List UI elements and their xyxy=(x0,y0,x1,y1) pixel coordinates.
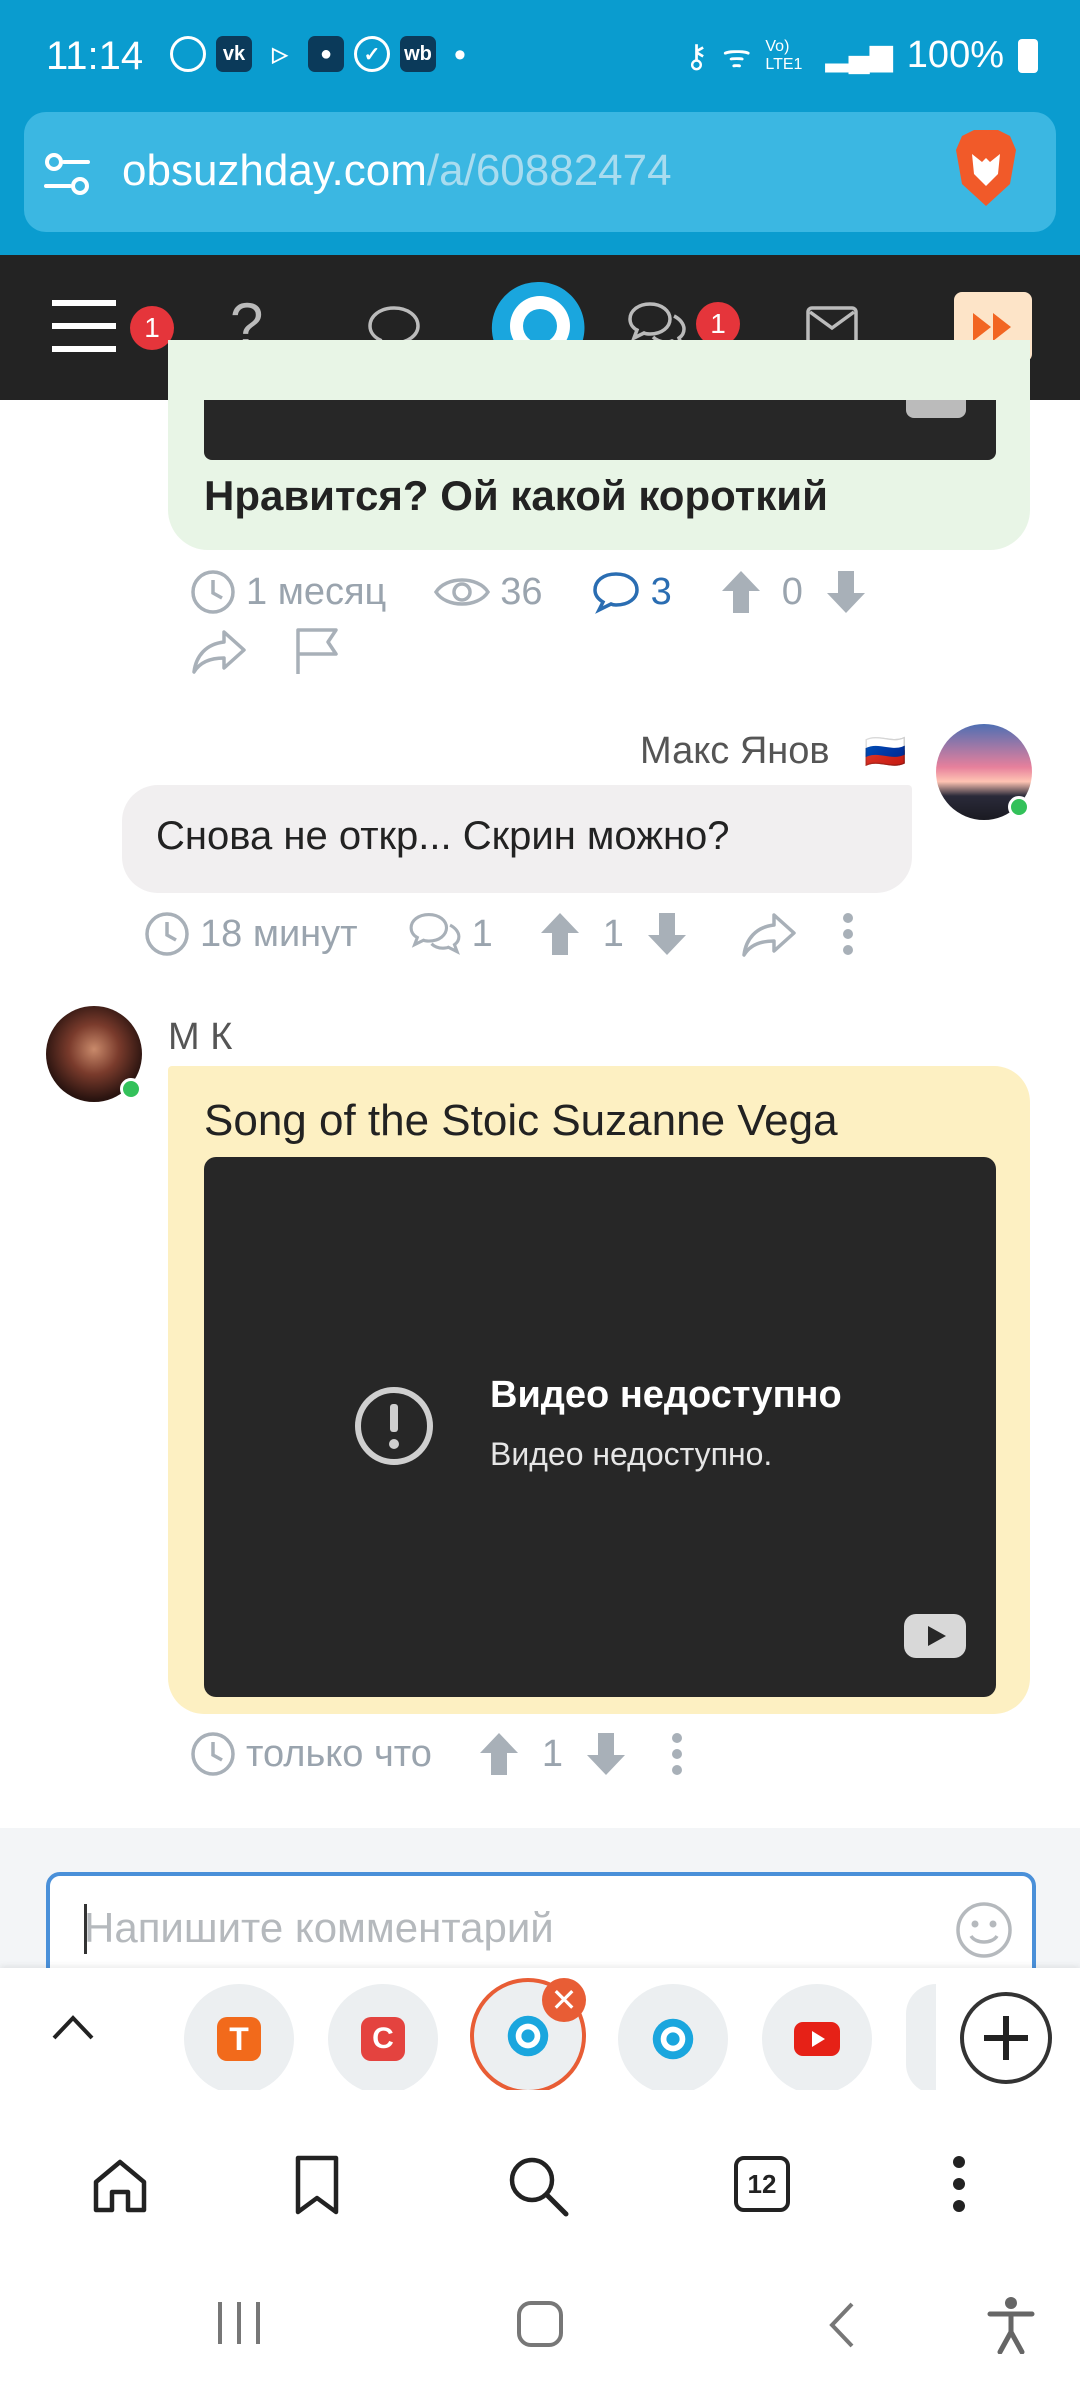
comment-meta: только что 1 xyxy=(190,1728,683,1780)
video-player[interactable] xyxy=(204,1157,996,1697)
check-icon: ✓ xyxy=(354,36,390,72)
tab-count: 12 xyxy=(747,2168,777,2199)
fast-forward-icon xyxy=(973,313,1011,341)
back-icon[interactable] xyxy=(826,2300,856,2350)
post-text: Нравится? Ой какой короткий xyxy=(204,472,828,519)
site-logo-icon xyxy=(652,2018,694,2060)
notification-icons: vk ▷ ● ✓ wb • xyxy=(170,36,466,75)
post-votes: 0 xyxy=(781,570,803,613)
network-label: Vo) LTE1 xyxy=(765,37,803,73)
new-tab-button[interactable] xyxy=(960,1992,1052,2084)
comment-votes: 1 xyxy=(602,912,624,955)
t-logo-icon: T xyxy=(217,2017,261,2061)
contact-icon: ● xyxy=(308,36,344,72)
c-logo-icon: C xyxy=(361,2017,405,2061)
status-time: 11:14 xyxy=(46,34,144,78)
video-player-top[interactable] xyxy=(204,400,996,460)
online-indicator xyxy=(1008,796,1030,818)
tab-youtube[interactable] xyxy=(762,1984,872,2094)
upvote-icon[interactable] xyxy=(720,569,762,615)
comment-author[interactable]: Макс Янов xyxy=(640,730,830,773)
tab-partial[interactable] xyxy=(906,1984,936,2094)
wb-icon: wb xyxy=(400,36,436,72)
status-right: ⚷ ᯤ Vo) LTE1 ▂▄▆ 100% xyxy=(685,34,1038,77)
comment-text: Снова не откр... Скрин можно? xyxy=(156,814,730,858)
share-icon[interactable] xyxy=(190,628,248,674)
tabs-button[interactable]: 12 xyxy=(734,2156,790,2212)
downvote-icon[interactable] xyxy=(585,1731,627,1777)
author-flag: 🇷🇺 xyxy=(864,733,907,771)
upvote-icon[interactable] xyxy=(478,1731,520,1777)
url-text[interactable]: obsuzhday.com/a/60882474 xyxy=(122,146,672,196)
wifi-icon: ᯤ xyxy=(722,38,752,74)
url-path: /a/60882474 xyxy=(426,146,672,195)
url-domain: obsuzhday.com xyxy=(122,146,427,195)
downvote-icon[interactable] xyxy=(646,911,688,957)
tab-t[interactable]: T xyxy=(184,1984,294,2094)
recent-apps-icon[interactable] xyxy=(214,2300,264,2346)
comment-time: только что xyxy=(246,1732,432,1775)
video-error-title: Видео недоступно xyxy=(490,1374,842,1416)
comment-author[interactable]: М К xyxy=(168,1016,232,1059)
video-error-subtitle: Видео недоступно. xyxy=(490,1436,773,1472)
menu-dots-icon[interactable] xyxy=(952,2154,966,2214)
comment-votes: 1 xyxy=(541,1732,564,1775)
search-icon[interactable] xyxy=(506,2154,570,2218)
battery-icon xyxy=(1018,38,1038,73)
play-store-icon: ▷ xyxy=(272,43,288,66)
upvote-icon[interactable] xyxy=(539,911,581,957)
menu-icon[interactable] xyxy=(52,298,118,354)
replies-icon[interactable] xyxy=(406,911,464,957)
post-comments-count[interactable]: 3 xyxy=(651,571,672,614)
vk-icon: vk xyxy=(216,36,252,72)
chevron-up-icon[interactable] xyxy=(50,2012,96,2042)
home-button-icon[interactable] xyxy=(516,2300,564,2348)
comment-meta: 18 минут 1 1 xyxy=(144,908,854,960)
signal-icon: ▂▄▆ xyxy=(825,39,893,72)
more-options-icon[interactable] xyxy=(842,912,854,956)
key-icon: ⚷ xyxy=(684,37,709,74)
comment-time: 18 минут xyxy=(200,912,358,955)
whatsapp-icon xyxy=(170,36,206,72)
share-icon[interactable] xyxy=(740,911,798,957)
site-settings-icon[interactable] xyxy=(42,150,92,200)
eye-icon xyxy=(434,578,491,606)
more-options-icon[interactable] xyxy=(671,1732,683,1776)
post-title: Song of the Stoic Suzanne Vega xyxy=(204,1096,838,1145)
battery-percent: 100% xyxy=(906,34,1004,76)
home-icon[interactable] xyxy=(90,2156,150,2216)
clock-icon xyxy=(191,1732,235,1776)
online-indicator xyxy=(120,1078,142,1100)
youtube-logo-icon[interactable] xyxy=(904,1614,966,1658)
post-views: 36 xyxy=(500,570,543,613)
clock-icon xyxy=(145,912,189,956)
comment-placeholder: Напишите комментарий xyxy=(84,1904,554,1951)
youtube-logo-icon xyxy=(906,400,966,418)
youtube-icon xyxy=(794,2022,840,2056)
brave-lion-icon[interactable] xyxy=(952,128,1020,208)
emoji-icon[interactable] xyxy=(954,1900,1014,1960)
accessibility-icon[interactable] xyxy=(986,2296,1036,2354)
post-meta: 1 месяц 36 3 0 xyxy=(190,566,867,618)
plus-icon xyxy=(984,2016,1028,2060)
alert-icon xyxy=(355,1387,433,1465)
tab-c[interactable]: C xyxy=(328,1984,438,2094)
comments-icon[interactable] xyxy=(591,570,641,614)
close-tab-button[interactable]: ✕ xyxy=(542,1978,586,2022)
status-dot: • xyxy=(454,36,466,74)
replies-count: 1 xyxy=(471,912,493,955)
report-flag-icon[interactable] xyxy=(292,626,342,676)
clock-icon xyxy=(191,570,235,614)
site-logo-icon xyxy=(507,2015,549,2057)
bookmark-icon[interactable] xyxy=(294,2154,340,2216)
downvote-icon[interactable] xyxy=(825,569,867,615)
tab-site[interactable] xyxy=(618,1984,728,2094)
post-time: 1 месяц xyxy=(246,570,387,613)
